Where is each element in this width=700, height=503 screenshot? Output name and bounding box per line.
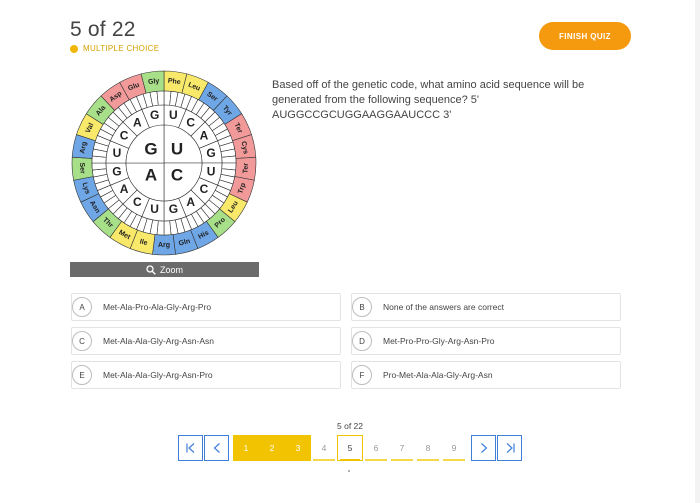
zoom-label: Zoom [159,264,183,275]
answer-text: Met-Ala-Ala-Gly-Arg-Asn-Pro [103,370,213,380]
wheel-label: U [150,202,159,216]
wheel-label: G [150,108,159,122]
answer-text: Met-Pro-Pro-Gly-Arg-Asn-Pro [383,336,495,346]
chevron-right-icon [480,443,487,453]
answer-letter-e[interactable]: E [72,365,92,385]
wheel-segment [163,220,172,236]
answer-letter-c[interactable]: C [72,331,92,351]
first-page-button[interactable] [178,435,203,461]
wheel-label: C [120,129,129,143]
wheel-label: Ter [242,162,250,173]
wheel-label: G [112,165,121,179]
answer-letter-a[interactable]: A [72,297,92,317]
wheel-label: G [169,202,178,216]
zoom-button[interactable]: Zoom [70,262,259,277]
wheel-label: A [120,182,129,196]
wheel-label: Arg [158,242,170,249]
question-type-label: MULTIPLE CHOICE [83,44,160,53]
question-type-dot-icon [70,44,78,53]
wheel-label: Ser [78,162,86,174]
wheel-label: C [200,182,209,196]
wheel-segment [91,162,107,171]
answer-letter-b[interactable]: B [352,297,372,317]
answer-option-c[interactable]: Met-Ala-Ala-Gly-Arg-Asn-Asn [71,327,341,355]
page-button-2[interactable]: 2 [259,435,285,461]
wheel-segment [156,90,165,106]
answer-option-e[interactable]: Met-Ala-Ala-Gly-Arg-Asn-Pro [71,361,341,389]
wheel-segment [221,155,237,164]
answer-letter-f[interactable]: F [352,365,372,385]
page-button-6[interactable]: 6 [363,435,389,461]
answer-text: Met-Ala-Ala-Gly-Arg-Asn-Asn [103,336,214,346]
page-button-3[interactable]: 3 [285,435,311,461]
answer-letter-d[interactable]: D [352,331,372,351]
answer-text: None of the answers are correct [383,302,504,312]
answer-text: Met-Ala-Pro-Ala-Gly-Arg-Pro [103,302,212,312]
first-page-icon [185,443,194,453]
wheel-label: Gly [148,78,160,86]
wheel-label: U [113,146,122,160]
magnifier-icon [146,264,156,275]
page-button-8[interactable]: 8 [415,435,441,461]
wheel-label: G [206,146,215,160]
question-counter: 5 of 22 [70,18,136,41]
page-button-9[interactable]: 9 [441,435,467,461]
wheel-label: C [171,165,183,184]
question-type: MULTIPLE CHOICE [70,44,159,53]
wheel-label: A [200,129,209,143]
answer-text: Pro-Met-Ala-Ala-Gly-Arg-Asn [383,370,493,380]
wheel-label: U [171,139,183,158]
answer-option-b[interactable]: None of the answers are correct [351,293,621,321]
last-page-button[interactable] [497,435,522,461]
last-page-icon [506,443,515,453]
pagination-label: 5 of 22 [337,421,363,431]
wheel-label: G [144,139,157,158]
wheel-label: C [186,115,195,129]
answer-option-f[interactable]: Pro-Met-Ala-Ala-Gly-Arg-Asn [351,361,621,389]
genetic-code-wheel-image[interactable]: Phe Leu Ser Tyr Ter Cys Ter Trp Leu Pro His Gln Arg I… [70,70,259,263]
previous-page-button[interactable] [204,435,229,461]
wheel-label: U [207,165,216,179]
question-text: Based off of the genetic code, what amin… [272,79,585,121]
current-page-indicator [348,470,350,472]
wheel-label: A [186,195,195,209]
finish-quiz-button[interactable]: FINISH QUIZ [539,22,631,50]
scrollbar-track[interactable] [695,0,700,503]
wheel-label: A [133,115,142,129]
wheel-label: C [133,195,142,209]
wheel-label: U [169,108,178,122]
chevron-left-icon [213,443,220,453]
wheel-label: A [145,165,157,184]
next-page-button[interactable] [471,435,496,461]
answer-option-d[interactable]: Met-Pro-Pro-Gly-Arg-Asn-Pro [351,327,621,355]
page-button-1[interactable]: 1 [233,435,259,461]
codon-wheel-svg: Phe LeuSerTyrTerCysTerTrpLeuProHisGlnArgI… [71,70,257,256]
page-button-7[interactable]: 7 [389,435,415,461]
answer-option-a[interactable]: Met-Ala-Pro-Ala-Gly-Arg-Pro [71,293,341,321]
page-button-4[interactable]: 4 [311,435,337,461]
page-button-5[interactable]: 5 [337,435,363,461]
